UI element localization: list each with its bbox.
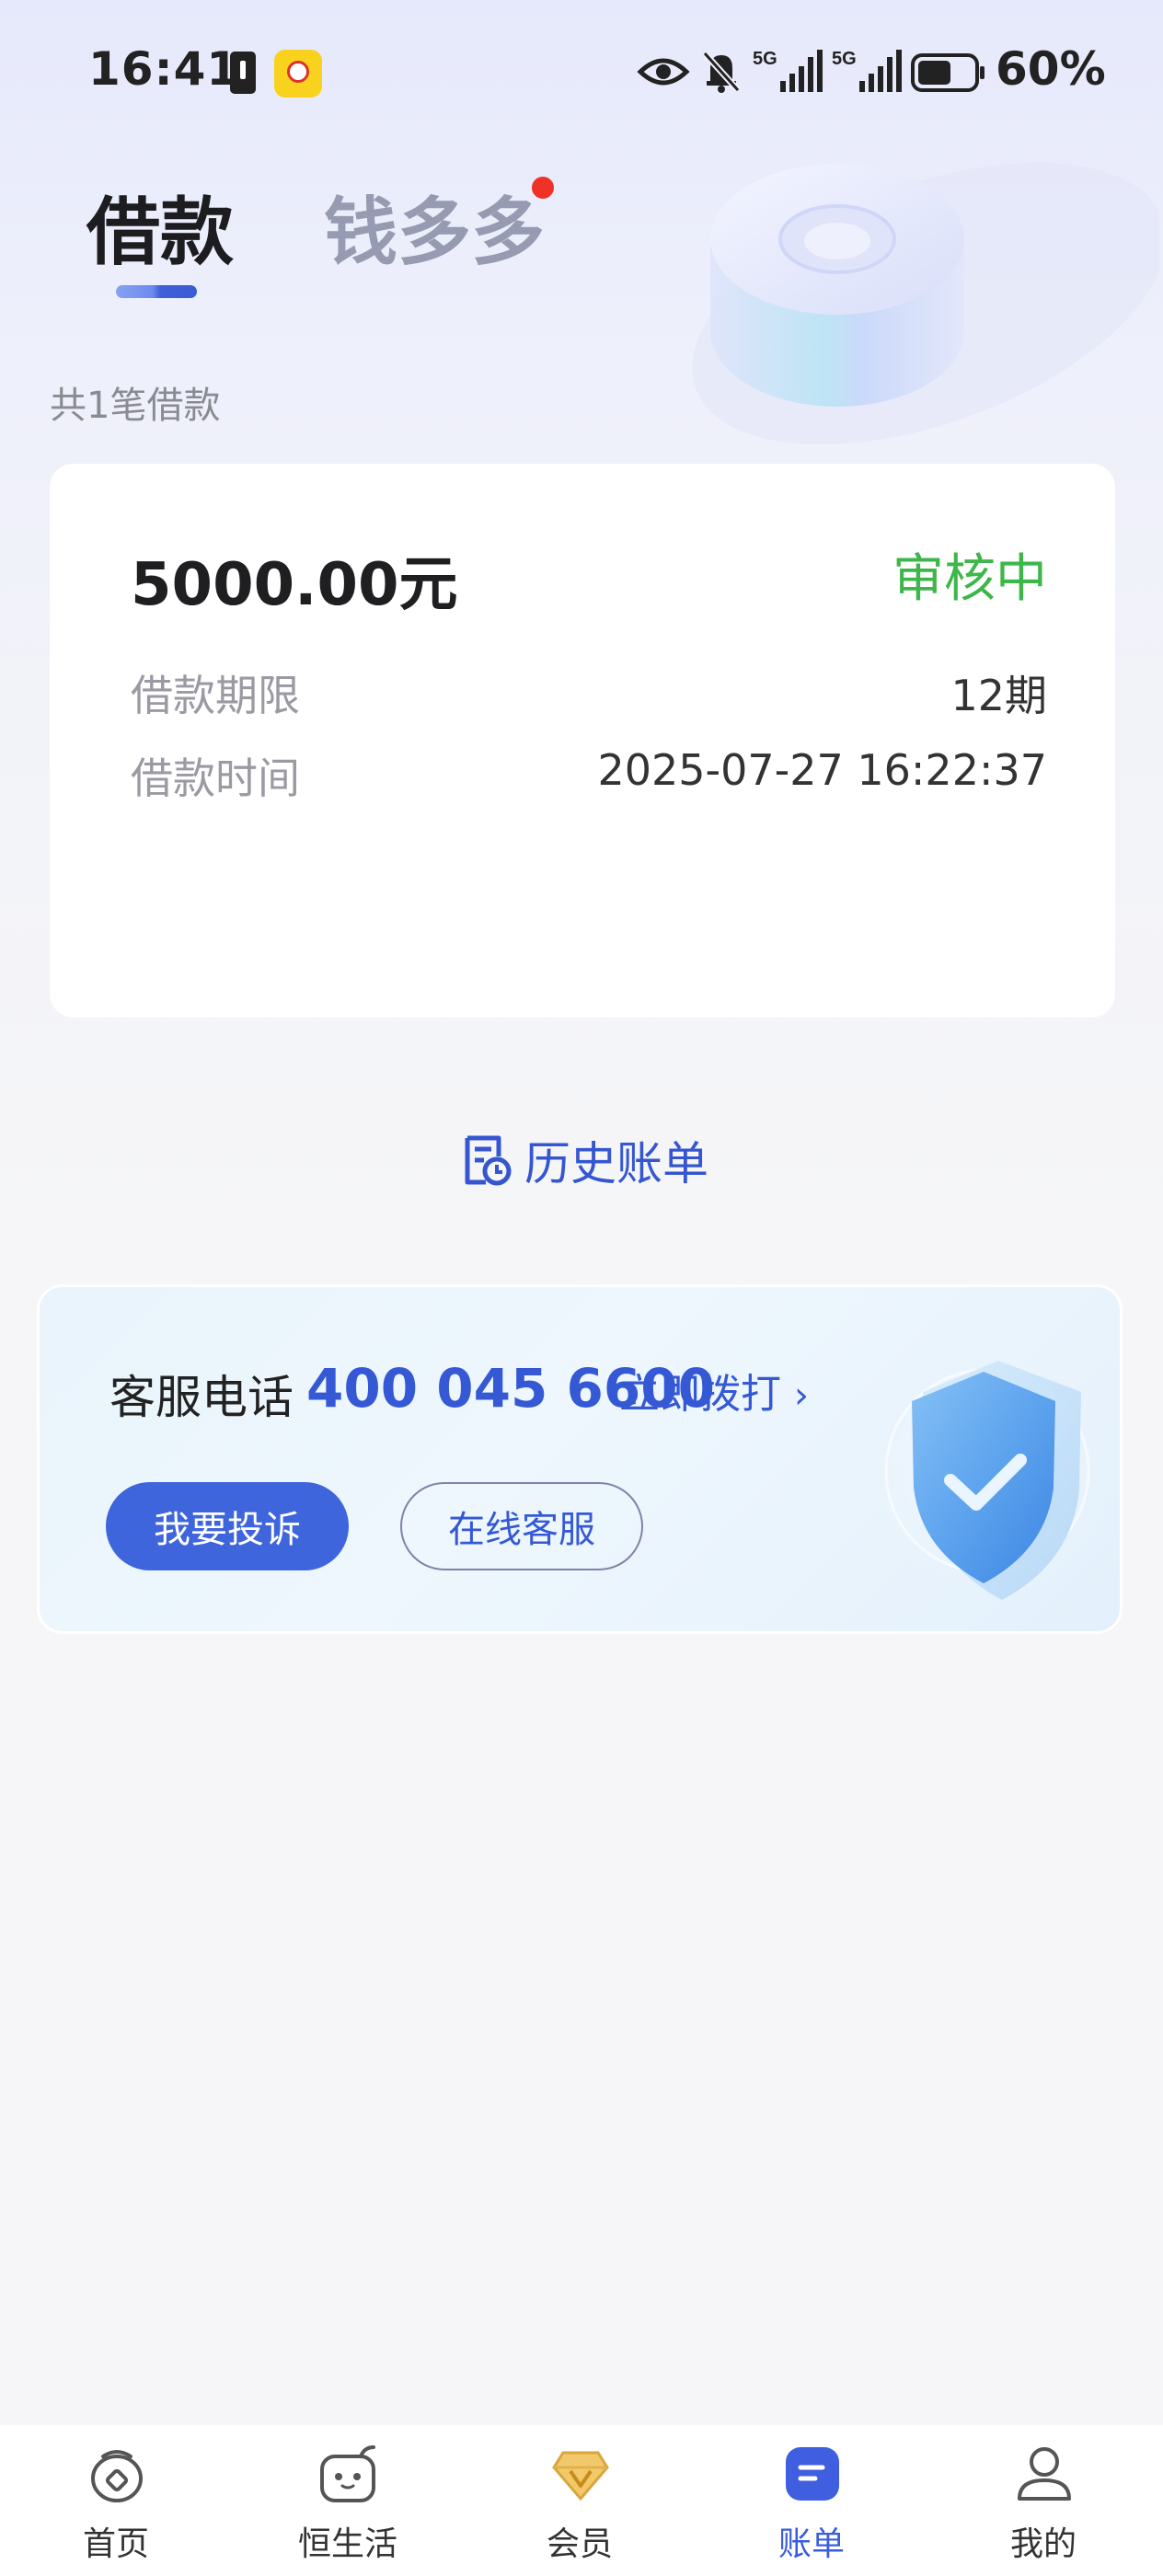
bill-history-icon [465, 1135, 512, 1186]
svg-text:5G: 5G [832, 49, 857, 69]
eye-icon [637, 58, 690, 86]
loan-card[interactable]: 5000.00元 审核中 借款期限 12期 借款时间 2025-07-27 16… [50, 464, 1115, 1018]
nav-item-life[interactable]: 恒生活 [232, 2425, 464, 2576]
call-now-label: 立即拨打 [619, 1371, 781, 1418]
nav-label-vip: 会员 [546, 2525, 613, 2563]
loan-amount: 5000.00元 [131, 551, 458, 619]
loan-term-value: 12期 [950, 671, 1047, 720]
life-icon [320, 2445, 375, 2502]
chevron-right-icon: › [794, 1374, 809, 1417]
nav-label-life: 恒生活 [297, 2525, 397, 2563]
nav-item-profile[interactable]: 我的 [927, 2425, 1159, 2576]
loan-count-label: 共1笔借款 [50, 385, 221, 427]
svg-text:5G: 5G [753, 49, 777, 69]
nav-item-vip[interactable]: 会员 [464, 2425, 696, 2576]
customer-service-card: 客服电话 400 045 6600 立即拨打 › 我要投诉 在线客服 [37, 1284, 1123, 1634]
battery-icon [911, 53, 985, 92]
online-service-button[interactable]: 在线客服 [400, 1482, 643, 1570]
nav-label-bill: 账单 [777, 2525, 845, 2563]
status-bar: 16:41 5G 5G 60% [0, 0, 1163, 147]
profile-icon [1018, 2447, 1071, 2501]
loan-time-label: 借款时间 [131, 753, 300, 803]
vip-diamond-icon [552, 2451, 609, 2501]
call-now-link[interactable]: 立即拨打 › [619, 1361, 809, 1420]
signal-5g-icon: 5G [753, 49, 823, 92]
decorative-ring-illustration [692, 162, 1159, 445]
mute-bell-icon [702, 51, 741, 93]
tab-loan[interactable]: 借款 [86, 173, 234, 280]
signal-5g-icon-2: 5G [832, 49, 902, 92]
battery-percentage: 60% [996, 42, 1106, 96]
history-bills-link[interactable]: 历史账单 [462, 1128, 708, 1192]
loan-term-label: 借款期限 [131, 671, 300, 720]
shield-check-icon [849, 1333, 1107, 1609]
nav-item-bill[interactable]: 账单 [696, 2425, 927, 2576]
history-bills-label: 历史账单 [524, 1137, 708, 1190]
bill-icon [786, 2447, 839, 2501]
app-notification-icon [274, 50, 322, 98]
loan-time-value: 2025-07-27 16:22:37 [597, 745, 1047, 795]
bottom-navigation: 首页 恒生活 会员 账单 我的 [0, 2425, 1163, 2576]
loan-status-badge: 审核中 [892, 549, 1047, 609]
battery-alert-icon [230, 52, 256, 94]
tab-active-indicator [116, 285, 197, 298]
service-phone-label: 客服电话 [109, 1371, 294, 1424]
tab-badge-dot [532, 177, 554, 199]
home-icon [91, 2450, 143, 2502]
nav-label-home: 首页 [82, 2525, 149, 2563]
nav-label-profile: 我的 [1009, 2525, 1077, 2563]
tab-qianduoduo[interactable]: 钱多多 [324, 173, 545, 280]
status-time: 16:41 [88, 42, 240, 96]
nav-item-home[interactable]: 首页 [0, 2425, 232, 2576]
complain-button[interactable]: 我要投诉 [106, 1482, 349, 1570]
